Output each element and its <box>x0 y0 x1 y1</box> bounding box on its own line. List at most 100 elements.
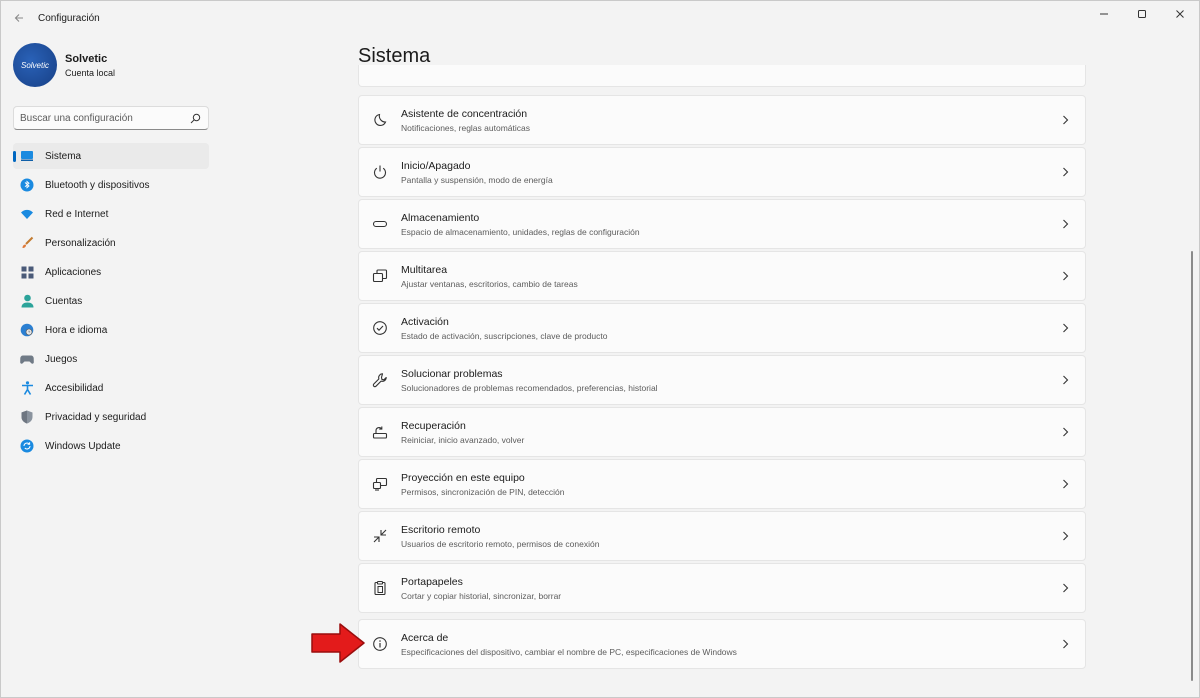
settings-list: Asistente de concentración Notificacione… <box>358 65 1086 698</box>
settings-card-solucionar-problemas[interactable]: Solucionar problemas Solucionadores de p… <box>358 355 1086 405</box>
search-icon[interactable] <box>188 111 202 125</box>
sidebar: Solvetic Solvetic Cuenta local Sistema <box>1 35 221 698</box>
close-button[interactable] <box>1161 1 1199 27</box>
power-icon <box>370 162 390 182</box>
sidebar-item-hora[interactable]: Hora e idioma <box>13 317 209 343</box>
sidebar-nav: Sistema Bluetooth y dispositivos Red e I… <box>1 143 221 462</box>
card-subtitle: Especificaciones del dispositivo, cambia… <box>401 646 737 657</box>
profile-name: Solvetic <box>65 52 108 65</box>
sidebar-item-personalizacion[interactable]: Personalización <box>13 230 209 256</box>
recovery-icon <box>370 422 390 442</box>
chevron-right-icon <box>1055 474 1075 494</box>
settings-card-multitarea[interactable]: Multitarea Ajustar ventanas, escritorios… <box>358 251 1086 301</box>
card-subtitle: Cortar y copiar historial, sincronizar, … <box>401 590 562 601</box>
info-icon <box>370 634 390 654</box>
card-title: Solucionar problemas <box>401 367 503 380</box>
sidebar-item-label: Personalización <box>45 237 116 249</box>
settings-card-portapapeles[interactable]: Portapapeles Cortar y copiar historial, … <box>358 563 1086 613</box>
bluetooth-icon <box>20 178 34 192</box>
card-title: Almacenamiento <box>401 211 480 224</box>
clipboard-icon <box>370 578 390 598</box>
card-title: Activación <box>401 315 449 328</box>
card-subtitle: Espacio de almacenamiento, unidades, reg… <box>401 226 640 237</box>
profile-account-type: Cuenta local <box>65 67 116 78</box>
moon-icon <box>370 110 390 130</box>
sidebar-item-label: Hora e idioma <box>45 324 108 336</box>
settings-card-asistente-concentracion[interactable]: Asistente de concentración Notificacione… <box>358 95 1086 145</box>
chevron-right-icon <box>1055 162 1075 182</box>
globe-clock-icon <box>20 323 34 337</box>
sidebar-item-bluetooth[interactable]: Bluetooth y dispositivos <box>13 172 209 198</box>
sidebar-item-label: Juegos <box>45 353 78 365</box>
window-controls <box>1085 1 1199 27</box>
settings-card-acerca-de[interactable]: Acerca de Especificaciones del dispositi… <box>358 619 1086 669</box>
monitor-icon <box>20 149 34 163</box>
maximize-button[interactable] <box>1123 1 1161 27</box>
scrollbar[interactable] <box>1191 251 1193 681</box>
sidebar-item-aplicaciones[interactable]: Aplicaciones <box>13 259 209 285</box>
card-title: Acerca de <box>401 631 449 644</box>
sidebar-item-label: Privacidad y seguridad <box>45 411 147 423</box>
maximize-icon <box>1138 10 1146 18</box>
chevron-right-icon <box>1055 578 1075 598</box>
brush-icon <box>20 236 34 250</box>
chevron-right-icon <box>1055 370 1075 390</box>
sidebar-item-privacidad[interactable]: Privacidad y seguridad <box>13 404 209 430</box>
multitask-icon <box>370 266 390 286</box>
sidebar-item-label: Bluetooth y dispositivos <box>45 179 150 191</box>
settings-window: Configuración Solvetic Solvetic Cuenta l… <box>0 0 1200 698</box>
back-button[interactable] <box>9 8 29 28</box>
sidebar-item-red[interactable]: Red e Internet <box>13 201 209 227</box>
close-icon <box>1176 10 1184 18</box>
card-subtitle: Permisos, sincronización de PIN, detecci… <box>401 486 565 497</box>
chevron-right-icon <box>1055 266 1075 286</box>
sidebar-item-label: Windows Update <box>45 440 121 452</box>
sidebar-item-accesibilidad[interactable]: Accesibilidad <box>13 375 209 401</box>
chevron-right-icon <box>1055 214 1075 234</box>
card-title: Escritorio remoto <box>401 523 481 536</box>
settings-card-proyeccion[interactable]: Proyección en este equipo Permisos, sinc… <box>358 459 1086 509</box>
search-input[interactable] <box>20 112 188 124</box>
sidebar-item-cuentas[interactable]: Cuentas <box>13 288 209 314</box>
card-subtitle: Estado de activación, suscripciones, cla… <box>401 330 608 341</box>
settings-card-inicio-apagado[interactable]: Inicio/Apagado Pantalla y suspensión, mo… <box>358 147 1086 197</box>
gamepad-icon <box>20 352 34 366</box>
minimize-button[interactable] <box>1085 1 1123 27</box>
card-title: Portapapeles <box>401 575 463 588</box>
settings-card-activacion[interactable]: Activación Estado de activación, suscrip… <box>358 303 1086 353</box>
chevron-right-icon <box>1055 526 1075 546</box>
settings-card-recuperacion[interactable]: Recuperación Reiniciar, inicio avanzado,… <box>358 407 1086 457</box>
sidebar-item-juegos[interactable]: Juegos <box>13 346 209 372</box>
remote-desktop-icon <box>370 526 390 546</box>
chevron-right-icon <box>1055 422 1075 442</box>
wrench-icon <box>370 370 390 390</box>
check-circle-icon <box>370 318 390 338</box>
card-subtitle: Pantalla y suspensión, modo de energía <box>401 174 553 185</box>
sidebar-item-windows-update[interactable]: Windows Update <box>13 433 209 459</box>
card-title: Proyección en este equipo <box>401 471 525 484</box>
annotation-arrow-icon <box>311 623 365 663</box>
card-title: Recuperación <box>401 419 466 432</box>
settings-card-partial[interactable] <box>358 65 1086 87</box>
minimize-icon <box>1100 13 1108 15</box>
card-title: Inicio/Apagado <box>401 159 471 172</box>
user-profile[interactable]: Solvetic Solvetic Cuenta local <box>13 43 115 87</box>
settings-card-escritorio-remoto[interactable]: Escritorio remoto Usuarios de escritorio… <box>358 511 1086 561</box>
sidebar-item-label: Accesibilidad <box>45 382 104 394</box>
sidebar-item-label: Aplicaciones <box>45 266 102 278</box>
sidebar-item-label: Cuentas <box>45 295 83 307</box>
search-box[interactable] <box>13 106 209 130</box>
apps-icon <box>20 265 34 279</box>
storage-icon <box>370 214 390 234</box>
user-icon <box>20 294 34 308</box>
card-title: Multitarea <box>401 263 448 276</box>
chevron-right-icon <box>1055 634 1075 654</box>
sidebar-item-label: Sistema <box>45 150 82 162</box>
card-subtitle: Solucionadores de problemas recomendados… <box>401 382 658 393</box>
projection-icon <box>370 474 390 494</box>
back-arrow-icon <box>14 14 23 22</box>
avatar: Solvetic <box>13 43 57 87</box>
sidebar-item-sistema[interactable]: Sistema <box>13 143 209 169</box>
settings-card-almacenamiento[interactable]: Almacenamiento Espacio de almacenamiento… <box>358 199 1086 249</box>
sidebar-item-label: Red e Internet <box>45 208 109 220</box>
